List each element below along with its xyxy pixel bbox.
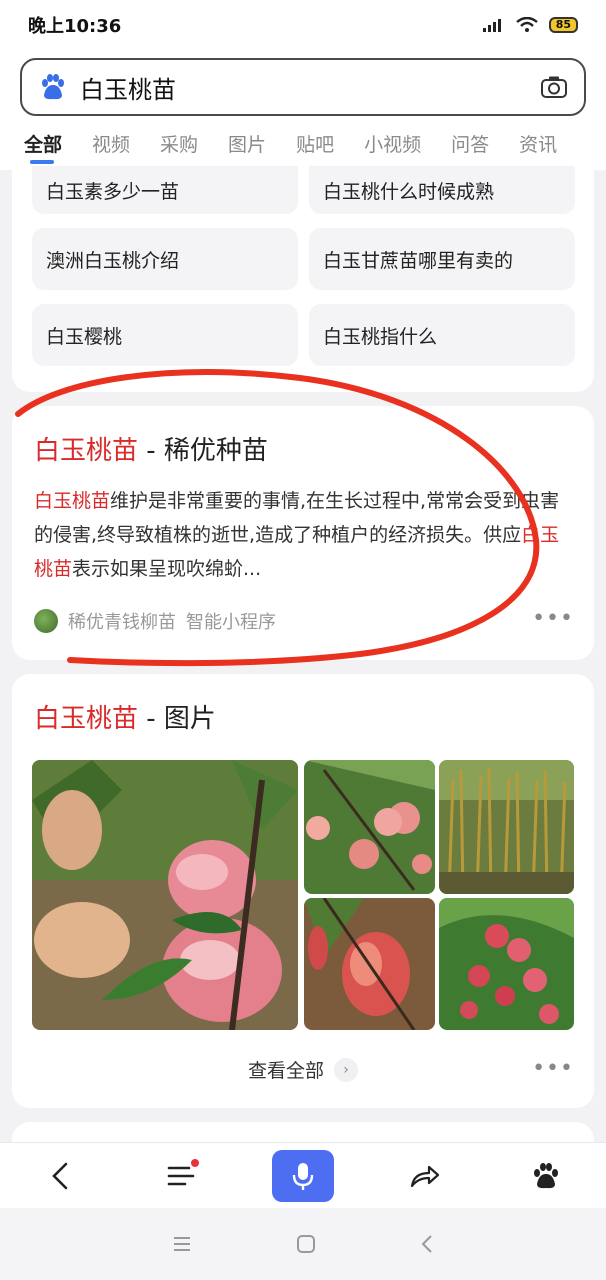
chevron-right-icon: › — [334, 1057, 358, 1082]
result-title-highlight: 白玉桃苗 — [34, 704, 139, 734]
tab-all[interactable]: 全部 — [24, 126, 62, 164]
search-box[interactable]: 白玉桃苗 — [20, 58, 586, 116]
peach-photo — [304, 898, 435, 1030]
tab-news[interactable]: 资讯 — [519, 126, 557, 157]
peach-photo — [32, 760, 298, 1030]
signal-icon — [482, 19, 501, 32]
peach-image-large[interactable] — [32, 760, 298, 1030]
baidu-home-button[interactable] — [516, 1149, 576, 1203]
result-tabs: 全部 视频 采购 图片 贴吧 小视频 问答 资讯 — [0, 126, 606, 170]
view-all-button[interactable]: 查看全部 › — [12, 1056, 594, 1083]
battery-indicator: 85 — [548, 17, 578, 33]
status-bar: 晚上10:36 85 — [0, 0, 606, 50]
tab-qa[interactable]: 问答 — [451, 126, 489, 157]
related-chip[interactable]: 白玉甘蔗苗哪里有卖的 — [309, 228, 575, 290]
source-avatar — [34, 609, 58, 633]
snippet-highlight: 白玉桃苗 — [34, 490, 111, 512]
share-arrow-icon — [410, 1165, 439, 1187]
related-chip[interactable]: 白玉樱桃 — [32, 304, 298, 366]
peach-photo — [304, 760, 435, 894]
share-button[interactable] — [395, 1149, 455, 1203]
tab-images[interactable]: 图片 — [228, 126, 266, 157]
nectarine-image[interactable] — [439, 898, 574, 1030]
notification-dot — [191, 1158, 200, 1167]
microphone-icon — [292, 1162, 314, 1190]
related-chip[interactable]: 白玉素多少一苗 — [32, 166, 298, 214]
chevron-left-icon — [52, 1162, 68, 1189]
wifi-icon — [515, 17, 538, 32]
voice-search-button[interactable] — [271, 1149, 334, 1202]
nectarine-photo — [439, 898, 574, 1030]
image-result-title[interactable]: 白玉桃苗 - 图片 — [34, 698, 216, 735]
result-title-rest: - 稀优种苗 — [138, 436, 268, 466]
tab-video[interactable]: 视频 — [92, 126, 130, 157]
snippet-text: 维护是非常重要的事情,在生长过程中,常常会受到虫害的侵害,终导致植株的逝世,造成… — [34, 490, 560, 546]
related-searches-card: 白玉素多少一苗 白玉桃什么时候成熟 澳洲白玉桃介绍 白玉甘蔗苗哪里有卖的 白玉樱… — [12, 166, 594, 392]
search-header: 白玉桃苗 全部 视频 采购 图片 贴吧 小视频 问答 资讯 — [0, 50, 606, 170]
seedling-bundle-image[interactable] — [439, 760, 574, 894]
more-options-icon[interactable]: ••• — [532, 606, 574, 631]
view-all-label: 查看全部 — [247, 1060, 324, 1082]
tab-purchase[interactable]: 采购 — [160, 126, 198, 157]
home-icon[interactable] — [296, 1234, 316, 1254]
baidu-paw-icon — [42, 74, 64, 100]
menu-icon — [167, 1166, 195, 1185]
related-chip[interactable]: 白玉桃指什么 — [309, 304, 575, 366]
result-snippet: 白玉桃苗维护是非常重要的事情,在生长过程中,常常会受到虫害的侵害,终导致植株的逝… — [34, 484, 574, 586]
back-button[interactable] — [30, 1149, 90, 1203]
related-chip[interactable]: 澳洲白玉桃介绍 — [32, 228, 298, 290]
menu-button[interactable] — [151, 1149, 211, 1203]
baidu-paw-icon — [533, 1162, 558, 1188]
result-source[interactable]: 稀优青钱柳苗 智能小程序 — [34, 608, 276, 634]
related-chip[interactable]: 白玉桃什么时候成熟 — [309, 166, 575, 214]
tab-short-video[interactable]: 小视频 — [364, 126, 421, 157]
more-options-icon[interactable]: ••• — [532, 1056, 574, 1081]
search-result-card[interactable]: 白玉桃苗 - 稀优种苗 白玉桃苗维护是非常重要的事情,在生长过程中,常常会受到虫… — [12, 406, 594, 660]
peach-image-tree[interactable] — [304, 760, 435, 894]
tab-tieba[interactable]: 贴吧 — [296, 126, 334, 157]
source-tag: 智能小程序 — [186, 612, 276, 633]
bottom-toolbar — [0, 1142, 606, 1208]
snippet-text: 表示如果呈现吹绵蚧... — [72, 558, 262, 580]
recent-apps-icon[interactable] — [172, 1235, 192, 1253]
search-input[interactable]: 白玉桃苗 — [80, 70, 540, 105]
result-title-rest: - 图片 — [138, 704, 216, 734]
result-title-highlight: 白玉桃苗 — [34, 436, 139, 466]
status-time: 晚上10:36 — [28, 16, 122, 37]
peach-image-single[interactable] — [304, 898, 435, 1030]
nav-back-icon[interactable] — [420, 1234, 434, 1254]
status-icons: 85 — [482, 17, 578, 33]
result-title[interactable]: 白玉桃苗 - 稀优种苗 — [34, 430, 268, 467]
camera-icon[interactable] — [540, 75, 568, 99]
system-nav-bar — [0, 1208, 606, 1280]
image-result-card: 白玉桃苗 - 图片 查看全部 › ••• — [12, 674, 594, 1108]
source-name: 稀优青钱柳苗 — [68, 612, 176, 633]
seedling-photo — [439, 760, 574, 894]
